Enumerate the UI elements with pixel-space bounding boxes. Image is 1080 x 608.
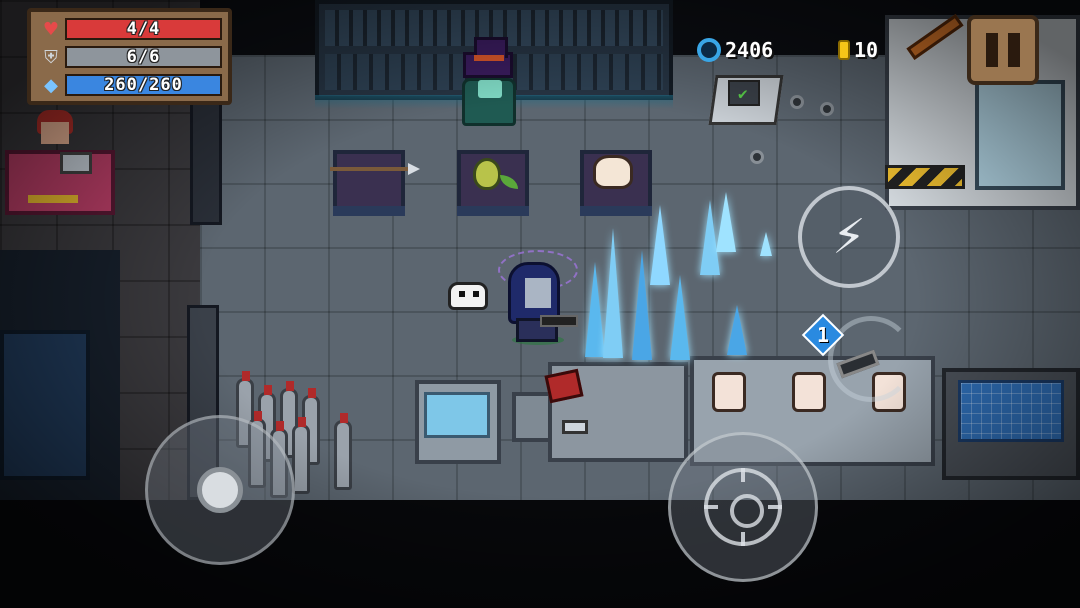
crosshair-tick [741, 468, 745, 482]
ice-crystal [603, 228, 623, 358]
hazard-stripe [885, 165, 965, 189]
scroll-item[interactable] [712, 372, 746, 412]
hero-face [525, 278, 551, 308]
lab-tank [975, 80, 1065, 190]
armor-row: ⛨ 6/6 [37, 45, 222, 69]
scroll-item[interactable] [792, 372, 826, 412]
ice-shard [760, 232, 772, 256]
receptionist-npc[interactable] [35, 110, 75, 156]
crosshair-icon [704, 468, 782, 546]
shield-icon: ⛨ [44, 46, 58, 68]
heart-icon: ♥ [42, 18, 60, 40]
ice-crystal [650, 205, 670, 285]
pause-icon [1008, 33, 1020, 67]
energy-row: ◆ 260/260 [37, 73, 222, 97]
ice-crystal [585, 262, 605, 357]
health-bar: 4/4 [65, 18, 222, 40]
shopkeeper-face [478, 80, 502, 98]
lightning-icon: ⚡ [832, 209, 866, 265]
skill-button[interactable]: ⚡ [798, 186, 900, 288]
gear-icon [750, 150, 764, 164]
player-stats-panel: ♥ 4/4 ⛨ 6/6 ◆ 260/260 [27, 8, 232, 105]
health-row: ♥ 4/4 [37, 17, 222, 41]
armor-value: 6/6 [126, 47, 161, 67]
gear-icon [790, 95, 804, 109]
hero-weapon [540, 315, 578, 327]
armor-bar: 6/6 [65, 46, 222, 68]
wall-pillar [190, 95, 222, 225]
coin-count: 10 [854, 38, 879, 62]
gem-count: 2406 [725, 38, 774, 62]
energy-value: 260/260 [104, 75, 183, 95]
gem-counter: 2406 [697, 38, 773, 62]
crosshair-tick [704, 505, 718, 509]
checkmark-icon: ✔ [738, 84, 748, 103]
energy-bar: 260/260 [65, 74, 222, 96]
desk-stripe [28, 195, 78, 203]
ice-crystal [632, 250, 652, 360]
ice-crystal [716, 192, 736, 252]
panda-pet [448, 282, 488, 310]
hat-band [474, 55, 504, 61]
crosshair-tick [741, 532, 745, 546]
npc-face [41, 122, 69, 144]
shop-stall-spear[interactable] [333, 150, 405, 216]
health-value: 4/4 [126, 19, 161, 39]
blueprint-sheet [958, 380, 1064, 442]
ice-crystal [670, 275, 690, 360]
gear-icon [820, 102, 834, 116]
crosshair-tick [768, 505, 782, 509]
monitor-screen [424, 392, 490, 438]
pear-item [473, 158, 501, 190]
coin-counter: 10 [838, 38, 878, 62]
diamond-icon: ◆ [44, 74, 58, 96]
gem-icon [697, 38, 721, 62]
hammer-icon [562, 420, 588, 434]
coin-icon [838, 40, 850, 60]
weapon-slot-number: 1 [816, 323, 830, 347]
gas-cylinder [334, 413, 352, 490]
pause-button[interactable] [967, 15, 1039, 85]
spear-item [330, 163, 420, 175]
blue-terminal [0, 330, 90, 480]
pause-icon [986, 33, 998, 67]
sack-item [593, 155, 633, 189]
ice-crystal [727, 305, 747, 355]
joystick-knob[interactable] [197, 467, 243, 513]
